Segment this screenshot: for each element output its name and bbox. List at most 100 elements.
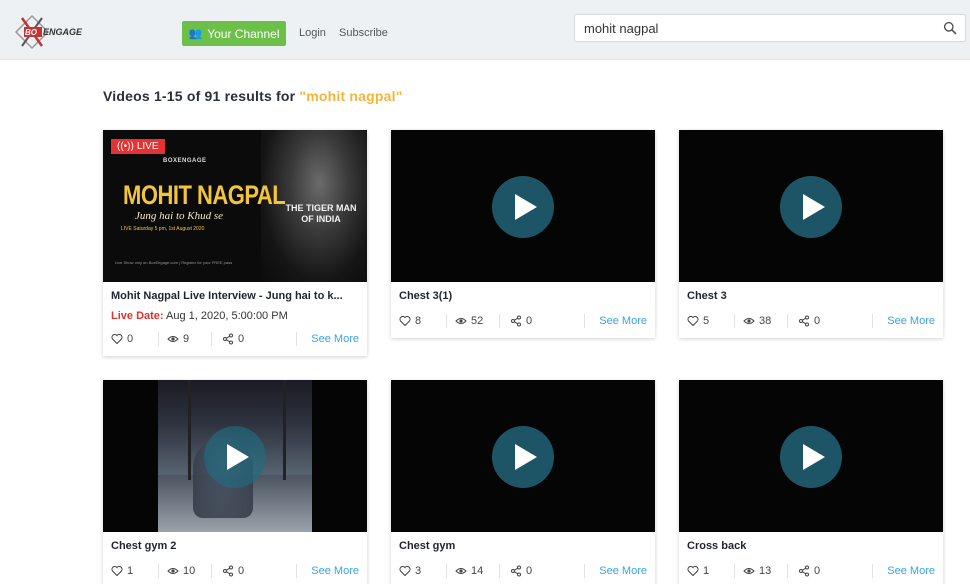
- your-channel-label: Your Channel: [207, 26, 280, 41]
- broadcast-icon: ((•)): [117, 141, 134, 152]
- video-thumbnail[interactable]: [679, 130, 943, 282]
- share-icon: [799, 315, 809, 327]
- subscribe-link[interactable]: Subscribe: [339, 27, 388, 39]
- likes-stat[interactable]: 1: [687, 565, 734, 577]
- poster-footer: Live Show only on BoxEngage.com | Regist…: [115, 260, 233, 265]
- search-input[interactable]: [575, 15, 935, 41]
- video-thumbnail[interactable]: ((•)) LIVE BOXENGAGE MOHIT NAGPAL Jung h…: [103, 130, 367, 282]
- top-header: BO ENGAGE 👥 Your Channel Login Subscribe: [0, 0, 970, 60]
- heart-icon: [111, 333, 123, 345]
- video-card[interactable]: Chest gym 3 14 0 See More: [391, 380, 655, 584]
- video-stats: 8 52 0 See More: [399, 313, 647, 329]
- views-stat: 38: [735, 315, 787, 327]
- shares-count: 0: [526, 565, 533, 577]
- views-stat: 9: [159, 333, 211, 345]
- shares-stat[interactable]: 0: [212, 333, 295, 345]
- results-heading: Videos 1-15 of 91 results for "mohit nag…: [103, 88, 403, 104]
- video-title[interactable]: Chest gym: [399, 540, 647, 554]
- play-icon: [803, 444, 825, 470]
- login-link[interactable]: Login: [299, 27, 326, 39]
- video-title[interactable]: Chest gym 2: [111, 540, 359, 554]
- eye-icon: [743, 318, 755, 324]
- views-stat: 10: [159, 565, 211, 577]
- likes-stat[interactable]: 5: [687, 315, 734, 327]
- video-stats: 1 10 0 See More: [111, 563, 359, 579]
- views-count: 13: [759, 565, 772, 577]
- video-stats: 0 9 0 See More: [111, 331, 359, 347]
- video-stats: 5 38 0 See More: [687, 313, 935, 329]
- play-button[interactable]: [492, 426, 554, 488]
- shares-stat[interactable]: 0: [788, 315, 871, 327]
- play-icon: [515, 194, 537, 220]
- likes-count: 5: [703, 315, 710, 327]
- likes-stat[interactable]: 3: [399, 565, 446, 577]
- svg-text:BO: BO: [25, 28, 38, 37]
- see-more-link[interactable]: See More: [872, 314, 935, 328]
- likes-count: 1: [127, 565, 134, 577]
- shares-count: 0: [238, 565, 245, 577]
- see-more-link[interactable]: See More: [584, 564, 647, 578]
- shares-count: 0: [814, 315, 821, 327]
- video-title[interactable]: Mohit Nagpal Live Interview - Jung hai t…: [111, 290, 359, 304]
- heart-icon: [687, 565, 699, 577]
- video-card[interactable]: Chest 3(1) 8 52 0 See More: [391, 130, 655, 338]
- likes-stat[interactable]: 1: [111, 565, 158, 577]
- likes-count: 3: [415, 565, 422, 577]
- video-card[interactable]: ((•)) LIVE BOXENGAGE MOHIT NAGPAL Jung h…: [103, 130, 367, 356]
- your-channel-button[interactable]: 👥 Your Channel: [182, 21, 286, 46]
- play-icon: [227, 444, 249, 470]
- see-more-link[interactable]: See More: [296, 564, 359, 578]
- video-title[interactable]: Cross back: [687, 540, 935, 554]
- video-title[interactable]: Chest 3(1): [399, 290, 647, 304]
- play-button[interactable]: [780, 176, 842, 238]
- live-date-value: Aug 1, 2020, 5:00:00 PM: [166, 310, 288, 322]
- poster-brand: BOXENGAGE: [163, 158, 207, 164]
- search-icon[interactable]: [943, 21, 957, 35]
- play-button[interactable]: [204, 426, 266, 488]
- video-card[interactable]: Cross back 1 13 0 See More: [679, 380, 943, 584]
- shares-stat[interactable]: 0: [500, 565, 583, 577]
- video-thumbnail[interactable]: [679, 380, 943, 532]
- heart-icon: [399, 565, 411, 577]
- eye-icon: [455, 318, 467, 324]
- boxengage-logo[interactable]: BO ENGAGE: [12, 12, 112, 52]
- views-count: 9: [183, 333, 190, 345]
- video-thumbnail[interactable]: [391, 380, 655, 532]
- views-count: 10: [183, 565, 196, 577]
- see-more-link[interactable]: See More: [584, 314, 647, 328]
- heart-icon: [687, 315, 699, 327]
- shares-count: 0: [526, 315, 533, 327]
- video-thumbnail[interactable]: [391, 130, 655, 282]
- shares-stat[interactable]: 0: [500, 315, 583, 327]
- poster-title: MOHIT NAGPAL: [123, 180, 286, 210]
- results-query: "mohit nagpal": [299, 88, 403, 104]
- views-count: 14: [471, 565, 484, 577]
- shares-stat[interactable]: 0: [212, 565, 295, 577]
- see-more-link[interactable]: See More: [296, 332, 359, 346]
- poster-tiger-text: THE TIGER MAN OF INDIA: [285, 203, 357, 224]
- views-count: 38: [759, 315, 772, 327]
- video-card[interactable]: Chest 3 5 38 0 See More: [679, 130, 943, 338]
- likes-stat[interactable]: 8: [399, 315, 446, 327]
- likes-count: 0: [127, 333, 134, 345]
- share-icon: [223, 333, 233, 345]
- gym-rack: [283, 380, 286, 480]
- eye-icon: [167, 336, 179, 342]
- see-more-link[interactable]: See More: [872, 564, 935, 578]
- eye-icon: [455, 568, 467, 574]
- likes-stat[interactable]: 0: [111, 333, 158, 345]
- play-button[interactable]: [780, 426, 842, 488]
- video-card[interactable]: Chest gym 2 1 10 0 See More: [103, 380, 367, 584]
- poster-when: LIVE Saturday 5 pm, 1st August 2020: [121, 226, 205, 232]
- views-count: 52: [471, 315, 484, 327]
- play-button[interactable]: [492, 176, 554, 238]
- play-icon: [515, 444, 537, 470]
- likes-count: 1: [703, 565, 710, 577]
- shares-stat[interactable]: 0: [788, 565, 871, 577]
- video-stats: 1 13 0 See More: [687, 563, 935, 579]
- video-title[interactable]: Chest 3: [687, 290, 935, 304]
- results-count: Videos 1-15 of 91 results for: [103, 88, 300, 104]
- live-date: Live Date: Aug 1, 2020, 5:00:00 PM: [111, 310, 359, 322]
- video-thumbnail[interactable]: [103, 380, 367, 532]
- views-stat: 13: [735, 565, 787, 577]
